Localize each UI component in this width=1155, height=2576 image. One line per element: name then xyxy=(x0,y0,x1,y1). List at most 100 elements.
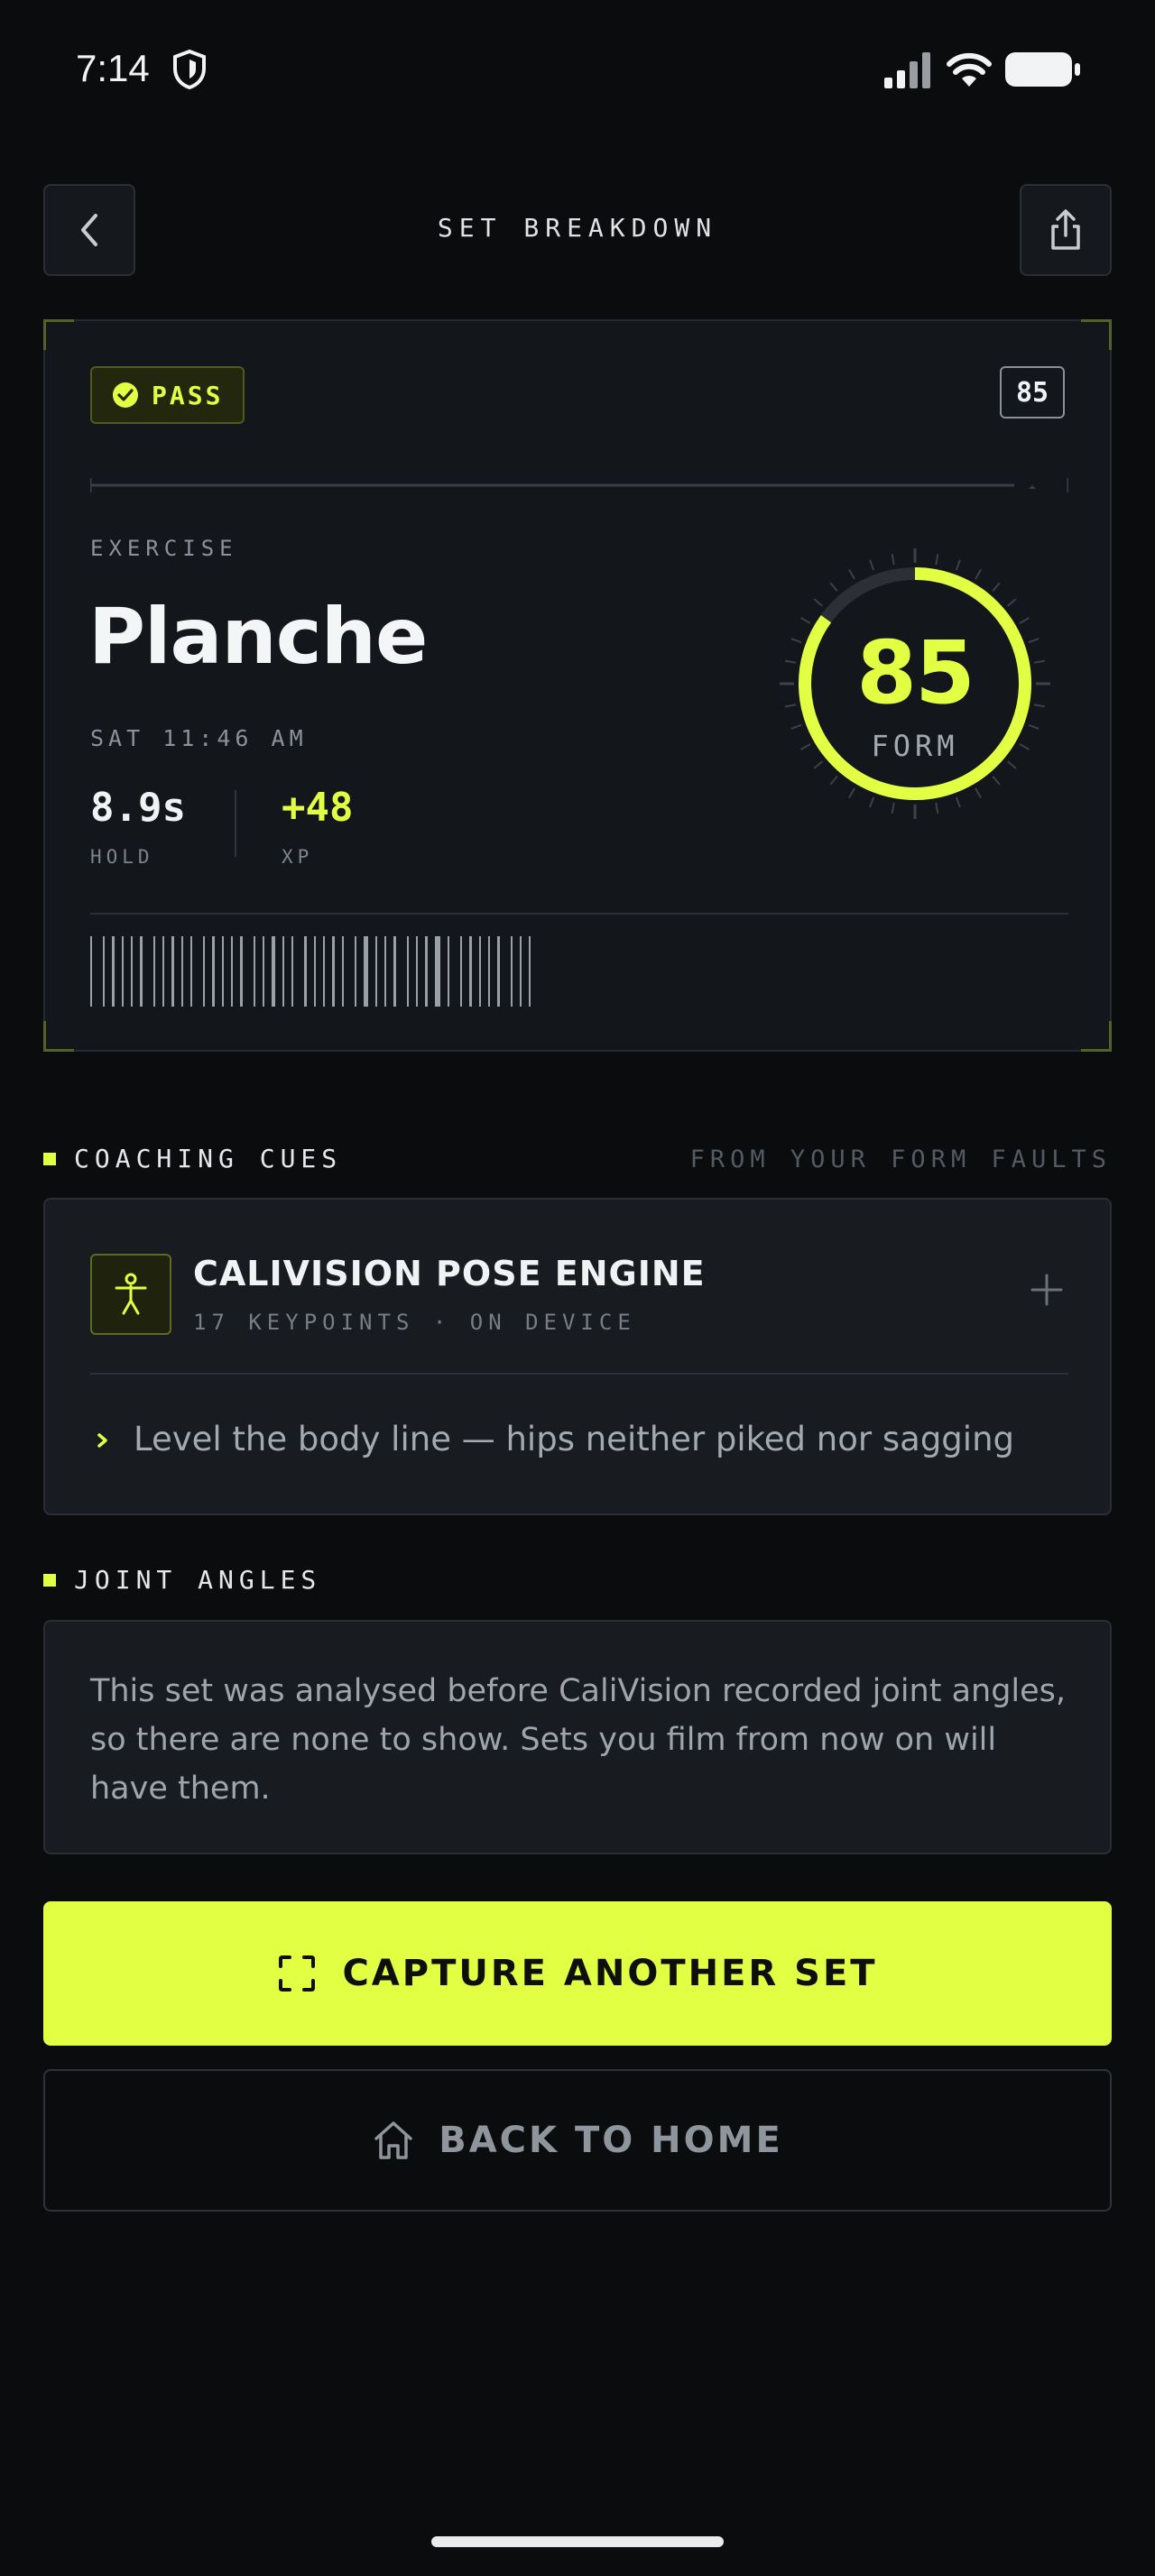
barcode-bar xyxy=(355,936,356,1007)
barcode-bar xyxy=(263,936,264,1007)
barcode-bar xyxy=(131,936,133,1007)
barcode-bar xyxy=(162,936,164,1007)
barcode-bar xyxy=(323,936,325,1007)
barcode-bar xyxy=(529,936,531,1007)
barcode-bar xyxy=(181,936,183,1007)
barcode-bar xyxy=(364,936,368,1007)
barcode-bar xyxy=(190,936,192,1007)
chevron-right-icon xyxy=(97,1433,107,1448)
barcode-bar xyxy=(375,936,377,1007)
barcode-bar xyxy=(407,936,409,1007)
ring-tick xyxy=(935,802,939,814)
share-icon xyxy=(1051,209,1080,250)
barcode-bar xyxy=(448,936,449,1007)
home-button-label: BACK TO HOME xyxy=(439,2120,783,2161)
ring-tick xyxy=(975,787,982,798)
section-marker xyxy=(43,1573,56,1587)
barcode-bar xyxy=(511,936,513,1007)
barcode-bar xyxy=(520,936,522,1007)
barcode-bar xyxy=(291,936,293,1007)
expand-plus-icon[interactable] xyxy=(1029,1272,1065,1308)
barcode-bar xyxy=(231,936,233,1007)
xp-label: XP xyxy=(282,846,314,868)
ring-tick xyxy=(1007,598,1017,607)
result-card: PASS 85 EXERCISE Planche SAT 11:46 AM 8.… xyxy=(43,319,1112,1052)
coaching-card: CALIVISION POSE ENGINE 17 KEYPOINTS · ON… xyxy=(43,1198,1112,1515)
cellular-signal-icon xyxy=(884,52,930,88)
barcode-bar xyxy=(469,936,472,1007)
joint-angles-card: This set was analysed before CaliVision … xyxy=(43,1620,1112,1854)
form-score: 85 xyxy=(856,622,975,723)
divider xyxy=(90,913,1068,915)
barcode-bar xyxy=(171,936,174,1007)
ring-tick xyxy=(891,802,895,814)
coaching-heading: COACHING CUES xyxy=(43,1144,342,1173)
progress-track xyxy=(90,478,1068,492)
ring-tick xyxy=(829,776,838,786)
barcode-bar xyxy=(479,936,481,1007)
ring-tick xyxy=(829,582,838,592)
xp-value: +48 xyxy=(282,785,354,831)
card-corner xyxy=(43,319,74,350)
pass-badge: PASS xyxy=(90,366,245,424)
barcode-bar xyxy=(332,936,335,1007)
battery-icon xyxy=(1005,52,1080,87)
ring-tick xyxy=(813,598,823,607)
pass-label: PASS xyxy=(152,380,224,410)
barcode-bar xyxy=(384,936,386,1007)
barcode-bar xyxy=(342,936,344,1007)
ring-tick xyxy=(869,559,875,571)
back-to-home-button[interactable]: BACK TO HOME xyxy=(43,2069,1112,2212)
ring-tick xyxy=(992,776,1001,786)
joint-angles-title: JOINT ANGLES xyxy=(74,1565,322,1595)
card-corner xyxy=(43,1021,74,1052)
ring-tick xyxy=(891,554,895,566)
form-label: FORM xyxy=(871,729,959,763)
scan-frame-icon xyxy=(279,1955,316,1992)
barcode-bar xyxy=(272,936,275,1007)
capture-another-set-button[interactable]: CAPTURE ANOTHER SET xyxy=(43,1901,1112,2046)
home-icon xyxy=(374,2121,412,2159)
barcode xyxy=(90,936,531,1007)
joint-angles-heading: JOINT ANGLES xyxy=(43,1565,321,1595)
barcode-bar xyxy=(314,936,316,1007)
barcode-bar xyxy=(240,936,243,1007)
barcode-bar xyxy=(222,936,224,1007)
barcode-bar xyxy=(103,936,105,1007)
barcode-bar xyxy=(488,936,490,1007)
card-corner xyxy=(1081,1021,1112,1052)
ring-tick xyxy=(955,796,961,808)
ring-tick xyxy=(935,554,939,566)
coaching-title: COACHING CUES xyxy=(74,1144,343,1173)
ring-tick xyxy=(848,787,855,798)
exercise-label: EXERCISE xyxy=(90,536,238,561)
status-time: 7:14 xyxy=(76,47,150,89)
pose-figure-icon xyxy=(90,1254,171,1335)
barcode-bar xyxy=(153,936,155,1007)
coaching-subtitle: FROM YOUR FORM FAULTS xyxy=(689,1145,1112,1173)
wifi-icon xyxy=(947,52,992,87)
barcode-bar xyxy=(304,936,307,1007)
engine-title: CALIVISION POSE ENGINE xyxy=(193,1254,706,1293)
stat-divider xyxy=(235,790,236,857)
barcode-bar xyxy=(254,936,255,1007)
barcode-bar xyxy=(393,936,396,1007)
barcode-bar xyxy=(416,936,418,1007)
hold-value: 8.9s xyxy=(90,785,186,831)
ring-tick xyxy=(975,569,982,580)
barcode-bar xyxy=(122,936,124,1007)
joint-angles-message: This set was analysed before CaliVision … xyxy=(90,1673,1067,1807)
barcode-bar xyxy=(140,936,143,1007)
score-chip: 85 xyxy=(1000,366,1065,419)
barcode-bar xyxy=(282,936,284,1007)
coaching-cue: Level the body line — hips neither piked… xyxy=(134,1420,1015,1458)
share-button[interactable] xyxy=(1020,184,1112,276)
barcode-bar xyxy=(435,936,440,1007)
barcode-bar xyxy=(112,936,115,1007)
barcode-bar xyxy=(425,936,428,1007)
shield-icon xyxy=(173,49,206,90)
barcode-bar xyxy=(90,936,92,1007)
check-circle-icon xyxy=(113,382,138,408)
exercise-name: Planche xyxy=(88,592,428,682)
ring-tick xyxy=(992,582,1001,592)
